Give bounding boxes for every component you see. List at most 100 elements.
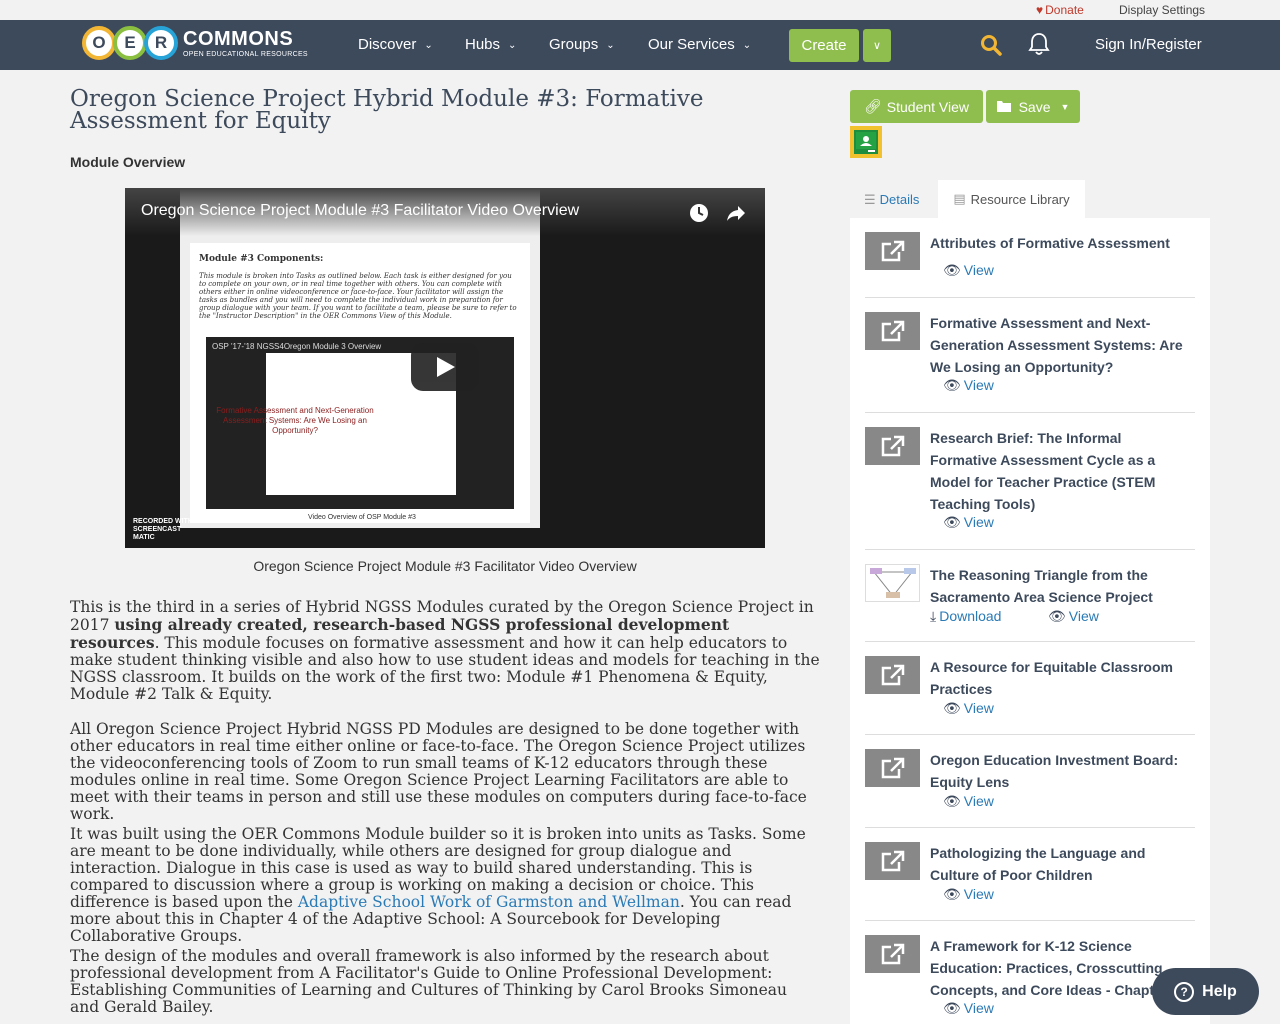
slide-components-heading: Module #3 Components: [199,254,324,264]
video-title[interactable]: Oregon Science Project Module #3 Facilit… [141,202,579,220]
tab-resource-library[interactable]: ▤ Resource Library [938,180,1085,218]
external-link-icon[interactable] [865,427,920,465]
sidebar-tabs: ☰ Details ▤ Resource Library [850,180,1210,218]
resource-item: The Reasoning Triangle from the Sacramen… [865,550,1195,642]
view-link[interactable]: 👁︎ View [943,1000,994,1017]
video-player[interactable]: Oregon Science Project Module #3 Facilit… [125,188,765,548]
resource-item: A Framework for K-12 Science Education: … [865,921,1195,1024]
save-button[interactable]: Save ▼ [986,90,1080,123]
chevron-down-icon: ⌄ [424,40,433,51]
create-button[interactable]: Create [789,29,859,62]
external-link-icon[interactable] [865,656,920,694]
utility-bar: ♥ Donate Display Settings [0,0,1280,20]
download-link[interactable]: ⤓ Download [930,608,1001,625]
main-navbar: O E R COMMONS OPEN EDUCATIONAL RESOURCES… [0,20,1280,70]
eye-icon: 👁︎ [943,793,961,809]
recorded-with-watermark: RECORDED WITH SCREENCAST MATIC [133,518,193,541]
resource-item: A Resource for Equitable Classroom Pract… [865,642,1195,735]
embedded-video-title: OSP '17-'18 NGSS4Oregon Module 3 Overvie… [212,342,382,351]
resource-item: Pathologizing the Language and Culture o… [865,828,1195,921]
link-icon: 🔗︎ [863,98,882,114]
external-link-icon[interactable] [865,232,920,270]
search-icon[interactable] [980,34,1002,61]
chevron-down-icon: ∨ [872,40,882,52]
google-classroom-icon[interactable] [850,126,882,158]
create-dropdown-button[interactable]: ∨ [863,29,891,62]
watch-later-icon[interactable] [688,202,710,229]
chevron-down-icon: ⌄ [508,40,517,51]
list-icon: ☰ [864,192,876,207]
resource-item: Attributes of Formative Assessment 👁︎ Vie… [865,218,1195,298]
question-icon: ? [1174,981,1195,1002]
video-caption: Oregon Science Project Module #3 Facilit… [253,558,637,574]
logo-letter-o: O [82,26,116,60]
slide-components-text: This module is broken into Tasks as outl… [199,272,517,320]
chevron-down-icon: ⌄ [742,40,752,51]
resource-title[interactable]: Attributes of Formative Assessment [930,232,1192,254]
nav-groups[interactable]: Groups ⌄ [549,36,615,53]
play-button[interactable] [411,343,479,391]
slide-caption: Video Overview of OSP Module #3 [308,514,416,521]
logo-tagline: OPEN EDUCATIONAL RESOURCES [183,50,308,58]
resource-title[interactable]: Research Brief: The Informal Formative A… [930,427,1192,515]
eye-icon: 👁︎ [943,1000,961,1016]
external-link-icon[interactable] [865,312,920,350]
external-link-icon[interactable] [865,935,920,973]
chevron-down-icon: ⌄ [606,40,615,51]
resource-title[interactable]: The Reasoning Triangle from the Sacramen… [930,564,1192,608]
resource-title[interactable]: Oregon Education Investment Board: Equit… [930,749,1192,793]
main-content: Oregon Science Project Hybrid Module #3:… [70,86,820,1016]
page-title: Oregon Science Project Hybrid Module #3:… [70,86,704,134]
bell-icon[interactable] [1028,32,1050,61]
caret-down-icon: ▼ [1060,101,1070,112]
view-link[interactable]: 👁︎ View [943,377,994,394]
nav-our-services[interactable]: Our Services ⌄ [648,36,751,53]
eye-icon: 👁︎ [943,377,961,393]
folder-icon [996,99,1011,115]
embedded-slide-text: Formative Assessment and Next-Generation… [216,406,374,435]
nav-discover[interactable]: Discover ⌄ [358,36,433,53]
eye-icon: 👁︎ [943,262,961,278]
view-link[interactable]: 👁︎ View [943,262,994,279]
logo-letter-r: R [144,26,178,60]
resource-title[interactable]: A Resource for Equitable Classroom Pract… [930,656,1192,700]
logo-letter-e: E [113,26,147,60]
resource-title[interactable]: Pathologizing the Language and Culture o… [930,842,1192,886]
module-overview-heading: Module Overview [70,154,186,170]
nav-hubs[interactable]: Hubs ⌄ [465,36,516,53]
resource-item: Research Brief: The Informal Formative A… [865,413,1195,550]
eye-icon: 👁︎ [943,886,961,902]
share-icon[interactable] [725,202,747,229]
resource-item: Formative Assessment and Next-Generation… [865,298,1195,413]
adaptive-school-link[interactable]: Adaptive School Work of Garmston and Wel… [298,893,680,911]
book-icon: ▤ [953,191,966,206]
eye-icon: 👁︎ [943,700,961,716]
resource-item: Oregon Education Investment Board: Equit… [865,735,1195,828]
reasoning-triangle-thumbnail[interactable] [865,564,920,602]
paragraph-2: All Oregon Science Project Hybrid NGSS P… [70,720,807,823]
help-button[interactable]: ? Help [1152,968,1259,1015]
external-link-icon[interactable] [865,749,920,787]
heart-icon: ♥ [1036,3,1044,17]
view-link[interactable]: 👁︎ View [943,700,994,717]
oer-commons-logo[interactable]: O E R COMMONS OPEN EDUCATIONAL RESOURCES [82,26,308,60]
student-view-button[interactable]: 🔗︎ Student View [850,90,983,123]
paragraph-4: The design of the modules and overall fr… [70,947,787,1016]
display-settings-link[interactable]: Display Settings [1119,3,1205,17]
eye-icon: 👁︎ [943,514,961,530]
view-link[interactable]: 👁︎ View [943,793,994,810]
view-link[interactable]: 👁︎ View [943,886,994,903]
tab-details[interactable]: ☰ Details [864,192,919,208]
resource-library-panel: Attributes of Formative Assessment 👁︎ Vie… [850,218,1210,1024]
paragraph-1: This is the third in a series of Hybrid … [70,598,820,703]
view-link[interactable]: 👁︎ View [1048,608,1099,625]
view-link[interactable]: 👁︎ View [943,514,994,531]
eye-icon: 👁︎ [1048,608,1066,624]
external-link-icon[interactable] [865,842,920,880]
donate-link[interactable]: ♥ Donate [1036,3,1084,17]
paragraph-3: It was built using the OER Commons Modul… [70,825,806,945]
logo-name: COMMONS [183,27,294,50]
sign-in-register-link[interactable]: Sign In/Register [1095,36,1202,53]
resource-title[interactable]: Formative Assessment and Next-Generation… [930,312,1192,378]
download-icon: ⤓ [930,608,937,624]
